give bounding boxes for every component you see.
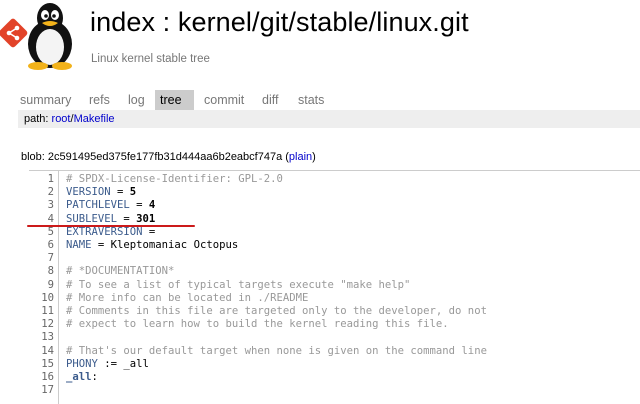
code-line: _all: (66, 371, 98, 384)
code-token: = Kleptomaniac Octopus (91, 239, 239, 251)
line-number[interactable]: 16 (29, 371, 54, 384)
blob-hash: blob: 2c591495ed375fe177fb31d444aa6b2eab… (21, 151, 289, 163)
repo-tabs: summary refs log tree commit diff stats (0, 90, 640, 110)
code-token: SUBLEVEL (66, 212, 118, 225)
line-number[interactable]: 12 (29, 318, 54, 331)
code-token: = (117, 212, 137, 225)
code-view: 1 2 3 4 5 6 7 8 9 10 11 12 13 14 15 16 17 # SPDX-License… (29, 170, 640, 404)
path-bar: path: root/Makefile (18, 110, 640, 128)
line-number[interactable]: 8 (29, 265, 54, 278)
code-line: # *DOCUMENTATION* (66, 265, 174, 278)
code-line: NAME = Kleptomaniac Octopus (66, 239, 238, 252)
code-line: # More info can be located in ./README (66, 292, 308, 305)
plain-link[interactable]: plain (289, 151, 312, 163)
code-token: # To see a list of typical targets execu… (66, 278, 411, 291)
code-token: PATCHLEVEL (66, 199, 130, 212)
line-number[interactable]: 9 (29, 279, 54, 292)
code-line: SUBLEVEL = 301 (66, 213, 155, 226)
line-number-gutter: 1 2 3 4 5 6 7 8 9 10 11 12 13 14 15 16 17 (29, 171, 59, 404)
code-token: 4 (148, 199, 156, 212)
line-number[interactable]: 15 (29, 358, 54, 371)
code-line: VERSION = 5 (66, 186, 136, 199)
tab-refs[interactable]: refs (84, 90, 115, 110)
code-token: # Comments in this file are targeted onl… (66, 305, 487, 317)
code-line: # Comments in this file are targeted onl… (66, 305, 487, 318)
code-token: PHONY (66, 357, 98, 370)
code-token: # *DOCUMENTATION* (66, 265, 175, 278)
tab-summary[interactable]: summary (15, 90, 76, 110)
code-token: _all (66, 371, 92, 383)
code-token: 5 (129, 186, 137, 199)
code-token: = (129, 199, 149, 212)
code-line: PATCHLEVEL = 4 (66, 199, 155, 212)
line-number[interactable]: 1 (29, 173, 54, 186)
tux-git-logo[interactable] (0, 0, 86, 70)
code-token: # That's our default target when none is… (66, 344, 487, 357)
path-label: path: (24, 113, 49, 125)
line-number[interactable]: 6 (29, 239, 54, 252)
blob-info: blob: 2c591495ed375fe177fb31d444aa6b2eab… (21, 151, 316, 163)
line-number[interactable]: 3 (29, 199, 54, 212)
page-title: index : kernel/git/stable/linux.git (90, 7, 469, 37)
tab-stats[interactable]: stats (293, 90, 329, 110)
code-token: NAME (66, 239, 92, 251)
repo-header: index : kernel/git/stable/linux.git Linu… (0, 0, 640, 78)
line-number[interactable]: 7 (29, 252, 54, 265)
code-line: # To see a list of typical targets execu… (66, 279, 410, 292)
line-number[interactable]: 14 (29, 345, 54, 358)
code-line: PHONY := _all (66, 358, 149, 371)
code-token: 301 (136, 212, 156, 225)
code-token: := _all (97, 357, 149, 370)
code-token: EXTRAVERSION (66, 225, 143, 238)
code-line: # That's our default target when none is… (66, 345, 487, 358)
line-number[interactable]: 4 (29, 213, 54, 226)
code-line: EXTRAVERSION = (66, 226, 155, 239)
code-token: = (110, 186, 130, 199)
code-token: VERSION (66, 186, 111, 199)
line-number[interactable]: 2 (29, 186, 54, 199)
blob-suffix: ) (312, 151, 316, 163)
code-token: # SPDX-License-Identifier: GPL-2.0 (66, 173, 283, 185)
line-number[interactable]: 10 (29, 292, 54, 305)
code-line: # SPDX-License-Identifier: GPL-2.0 (66, 173, 283, 186)
tab-tree[interactable]: tree (155, 90, 194, 110)
line-number[interactable]: 11 (29, 305, 54, 318)
code-token: # expect to learn how to build the kerne… (66, 318, 449, 331)
path-root-link[interactable]: root (52, 113, 71, 125)
red-underline-annotation (27, 225, 195, 227)
line-number[interactable]: 13 (29, 331, 54, 344)
code-token: = (142, 225, 156, 238)
code-token: : (91, 371, 98, 383)
code-token: # More info can be located in ./README (66, 291, 309, 304)
code-line: # expect to learn how to build the kerne… (66, 318, 449, 331)
tab-log[interactable]: log (123, 90, 150, 110)
line-number[interactable]: 17 (29, 384, 54, 397)
path-file-link[interactable]: Makefile (74, 113, 115, 125)
line-number[interactable]: 5 (29, 226, 54, 239)
repo-description: Linux kernel stable tree (91, 53, 210, 65)
tab-commit[interactable]: commit (199, 90, 249, 110)
tab-diff[interactable]: diff (257, 90, 283, 110)
